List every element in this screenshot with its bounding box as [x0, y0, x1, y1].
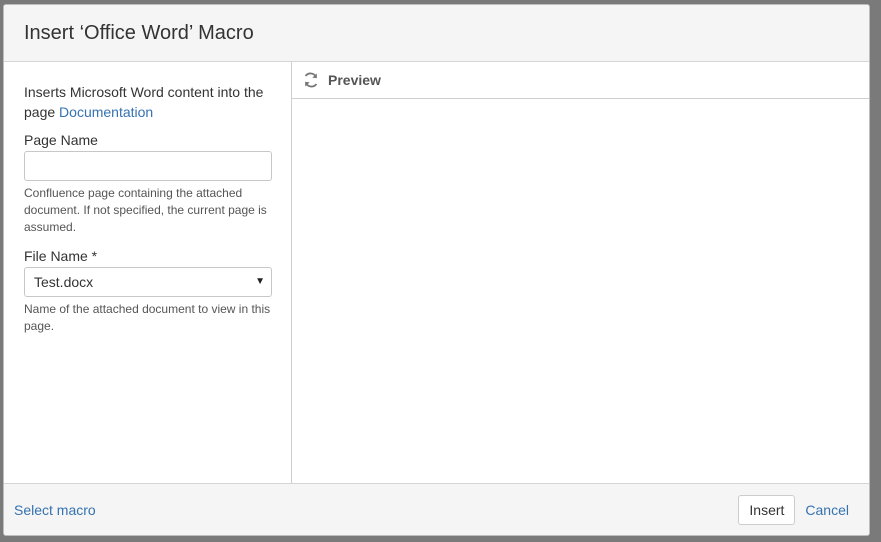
file-name-value: Test.docx	[34, 274, 94, 290]
select-macro-link[interactable]: Select macro	[14, 502, 96, 518]
file-name-select[interactable]: Test.docx ▼	[24, 267, 272, 297]
macro-description: Inserts Microsoft Word content into the …	[24, 82, 271, 122]
refresh-icon[interactable]	[302, 71, 320, 89]
cancel-link[interactable]: Cancel	[805, 502, 849, 518]
documentation-link[interactable]: Documentation	[59, 104, 153, 120]
preview-label: Preview	[328, 72, 381, 88]
dialog-body: Inserts Microsoft Word content into the …	[4, 62, 869, 483]
preview-toolbar[interactable]: Preview	[292, 62, 869, 99]
file-name-help: Name of the attached document to view in…	[24, 302, 271, 333]
page-name-input[interactable]	[24, 151, 272, 181]
macro-dialog: Insert ‘Office Word’ Macro Inserts Micro…	[3, 4, 870, 536]
page-name-label: Page Name	[24, 132, 98, 148]
macro-parameters-panel: Inserts Microsoft Word content into the …	[4, 62, 292, 483]
file-name-label: File Name *	[24, 248, 98, 264]
dialog-footer: Select macro Insert Cancel	[4, 483, 869, 535]
page-name-help: Confluence page containing the attached …	[24, 186, 267, 234]
dialog-header: Insert ‘Office Word’ Macro	[4, 5, 869, 62]
dialog-title: Insert ‘Office Word’ Macro	[24, 21, 254, 44]
insert-button[interactable]: Insert	[738, 494, 796, 525]
dropdown-arrow-icon: ▼	[255, 276, 265, 287]
preview-panel: Preview	[292, 62, 869, 483]
